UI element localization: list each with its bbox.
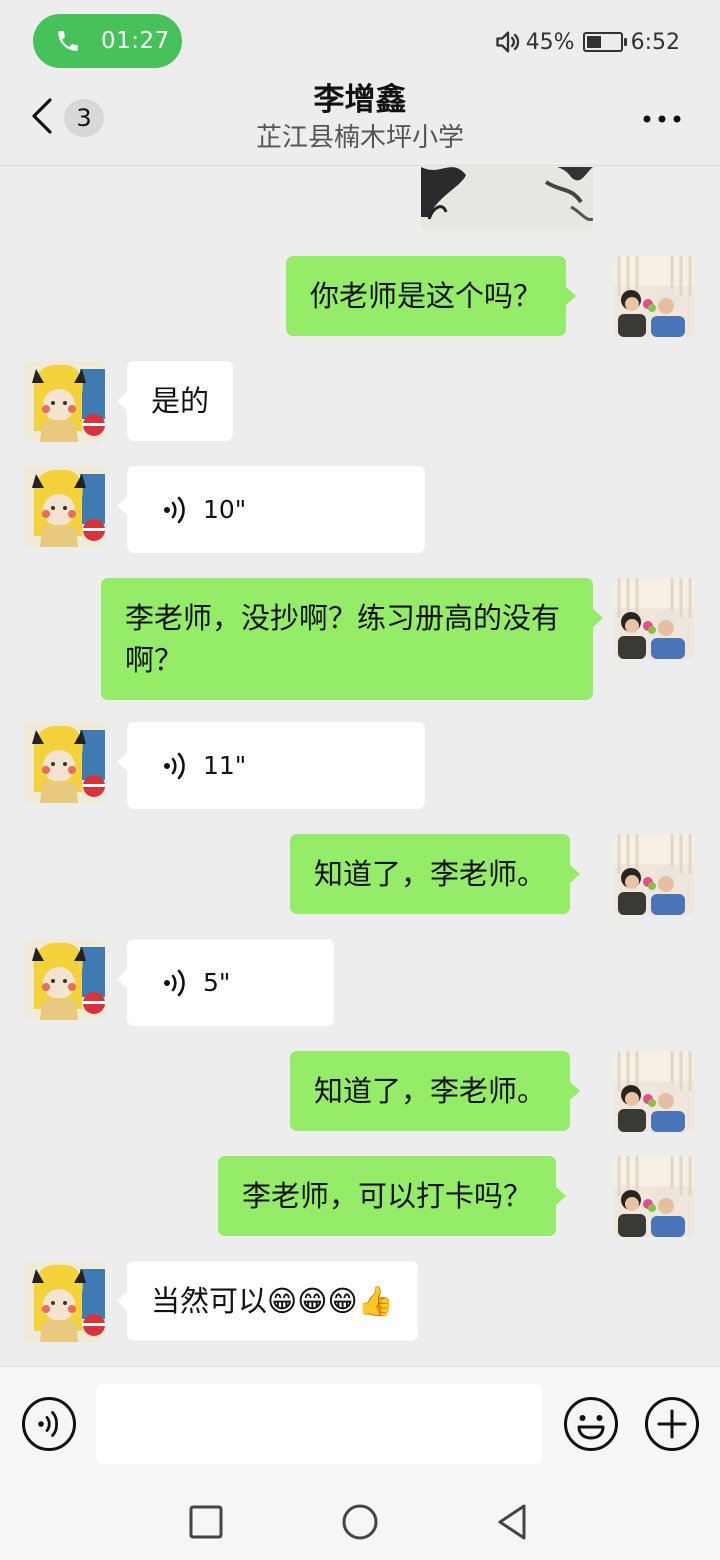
- image-message[interactable]: [421, 167, 593, 231]
- contact-avatar-image: [24, 1261, 105, 1342]
- my-avatar-image: [614, 578, 695, 659]
- my-avatar-image: [614, 834, 695, 915]
- chat-title: 李增鑫: [313, 82, 407, 118]
- voice-duration: 10": [203, 494, 247, 524]
- phone-icon: [58, 31, 78, 51]
- more-icon[interactable]: [642, 114, 682, 124]
- voice-wave-icon: [164, 752, 185, 779]
- back-icon[interactable]: [492, 1502, 532, 1542]
- contact-avatar[interactable]: [24, 466, 105, 547]
- volume-icon: [496, 31, 519, 53]
- message-list[interactable]: 你老师是这个吗？ 是的 10" 李老师，没抄啊？练习册高的没有啊？ 11" 知道…: [0, 167, 720, 1366]
- recent-apps-icon[interactable]: [186, 1502, 226, 1542]
- my-avatar[interactable]: [614, 1156, 695, 1237]
- battery-percent: 45%: [525, 29, 575, 55]
- my-avatar[interactable]: [614, 834, 695, 915]
- voice-message[interactable]: 10": [117, 466, 425, 553]
- battery-level: [586, 36, 601, 48]
- my-avatar-image: [614, 1156, 695, 1237]
- voice-duration: 5": [203, 967, 231, 997]
- contact-avatar[interactable]: [24, 939, 105, 1020]
- home-icon[interactable]: [340, 1502, 380, 1542]
- call-duration: 01:27: [101, 28, 170, 54]
- photo-thumbnail: [421, 167, 593, 231]
- voice-duration: 11": [203, 750, 247, 780]
- message-input[interactable]: [96, 1384, 542, 1464]
- contact-avatar-image: [24, 466, 105, 547]
- contact-avatar-image: [24, 722, 105, 803]
- incoming-message[interactable]: 当然可以😁😁😁👍: [117, 1261, 418, 1341]
- contact-avatar-image: [24, 939, 105, 1020]
- my-avatar-image: [614, 256, 695, 337]
- clock: 6:52: [630, 29, 680, 55]
- voice-message[interactable]: 11": [117, 722, 425, 809]
- plus-icon[interactable]: [644, 1396, 700, 1452]
- contact-avatar[interactable]: [24, 1261, 105, 1342]
- voice-mode-icon[interactable]: [21, 1396, 77, 1452]
- contact-avatar[interactable]: [24, 361, 105, 442]
- chat-subtitle: 芷江县楠木坪小学: [255, 123, 464, 153]
- voice-message[interactable]: 5": [117, 939, 334, 1026]
- contact-avatar[interactable]: [24, 722, 105, 803]
- chat-header: 3 李增鑫 芷江县楠木坪小学: [0, 80, 720, 166]
- status-bar: 01:27 45% 6:52: [0, 0, 720, 80]
- contact-avatar-image: [24, 361, 105, 442]
- battery-icon: [582, 32, 627, 52]
- status-indicators: 45% 6:52: [494, 26, 680, 58]
- ongoing-call-pill[interactable]: 01:27: [33, 14, 182, 68]
- outgoing-message[interactable]: 你老师是这个吗？: [286, 256, 577, 336]
- my-avatar-image: [614, 1051, 695, 1132]
- voice-wave-icon: [164, 969, 185, 996]
- input-bar: [0, 1366, 720, 1476]
- my-avatar[interactable]: [614, 256, 695, 337]
- my-avatar[interactable]: [614, 578, 695, 659]
- outgoing-message[interactable]: 李老师，可以打卡吗？: [218, 1156, 567, 1236]
- my-avatar[interactable]: [614, 1051, 695, 1132]
- outgoing-message[interactable]: 知道了，李老师。: [290, 1051, 581, 1131]
- outgoing-message[interactable]: 李老师，没抄啊？练习册高的没有啊？: [101, 578, 603, 700]
- emoji-icon[interactable]: [563, 1396, 619, 1452]
- incoming-message[interactable]: 是的: [116, 361, 234, 441]
- system-nav-bar: [0, 1476, 720, 1560]
- outgoing-message[interactable]: 知道了，李老师。: [290, 834, 581, 914]
- voice-wave-icon: [164, 496, 185, 523]
